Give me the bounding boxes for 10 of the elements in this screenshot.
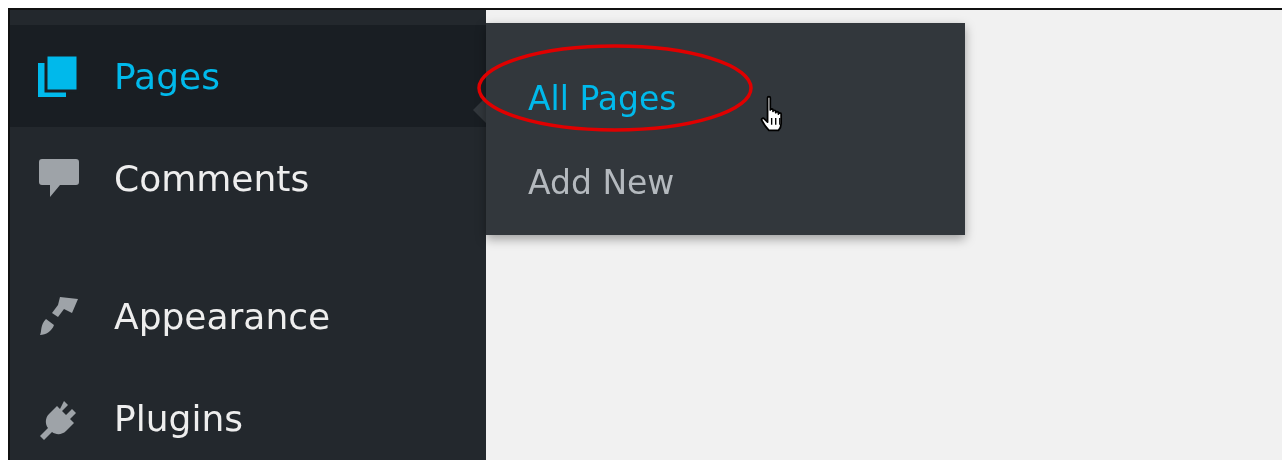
submenu-item[interactable]: All Pages (486, 57, 677, 141)
menu-item[interactable]: Plugins (10, 367, 486, 460)
menu-item[interactable]: Appearance (10, 265, 486, 367)
menu-label: Pages (114, 55, 220, 97)
menu-label: Comments (114, 157, 310, 199)
menu-item[interactable]: Comments (10, 127, 486, 229)
menu-label: Plugins (114, 397, 243, 439)
menu-item[interactable]: Pages (10, 25, 486, 127)
submenu-item[interactable]: Add New (486, 141, 675, 225)
menu-label: Appearance (114, 295, 331, 337)
